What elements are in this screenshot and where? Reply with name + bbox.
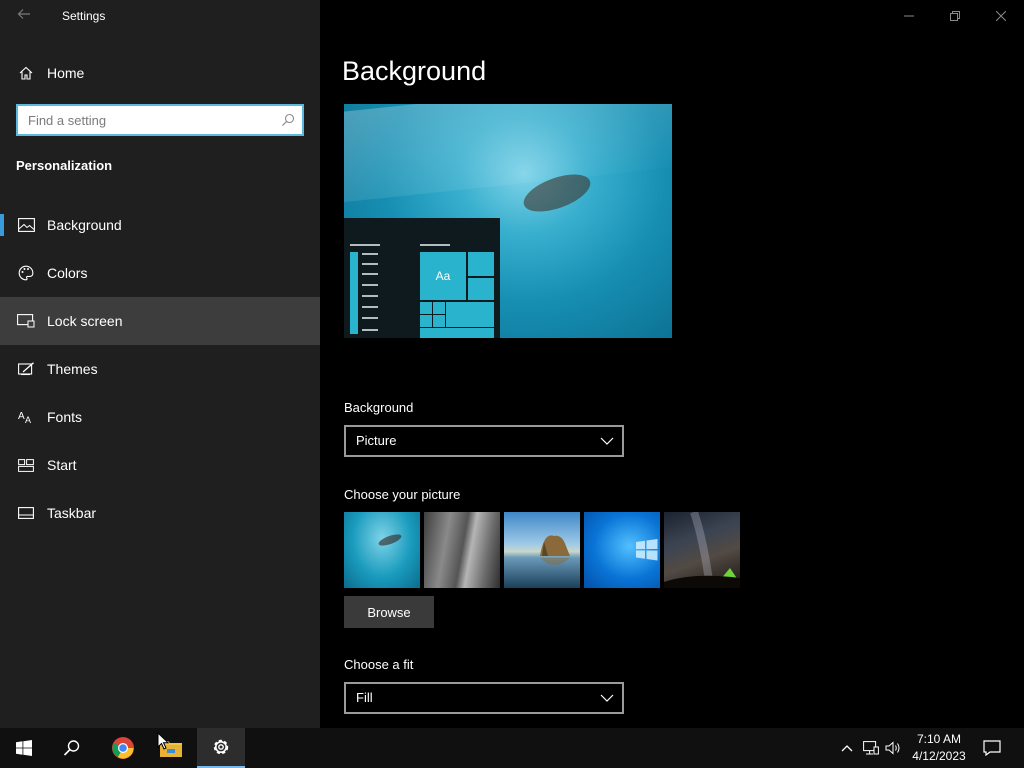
picture-icon — [16, 215, 36, 235]
mouse-cursor-icon — [157, 732, 169, 750]
choose-fit-label: Choose a fit — [344, 657, 414, 672]
volume-icon — [885, 741, 900, 755]
chrome-icon — [112, 737, 134, 759]
start-button[interactable] — [0, 728, 48, 768]
fit-dropdown[interactable]: Fill — [344, 682, 624, 714]
settings-icon — [213, 739, 229, 755]
sidebar-item-label: Fonts — [47, 409, 83, 425]
sidebar-item-label: Taskbar — [47, 505, 97, 521]
lock-screen-icon — [16, 311, 36, 331]
preview-water-highlight — [344, 104, 672, 204]
search-input[interactable] — [18, 106, 278, 134]
preview-tile-grid — [420, 252, 494, 338]
settings-taskbar-button[interactable] — [197, 728, 245, 768]
clock-date: 4/12/2023 — [912, 749, 966, 763]
page-title: Background — [342, 56, 487, 86]
font-icon: AA — [16, 407, 36, 427]
chrome-button[interactable] — [99, 728, 147, 768]
minimize-button[interactable] — [886, 0, 932, 32]
file-explorer-button[interactable] — [147, 728, 195, 768]
minimize-icon — [904, 15, 914, 17]
notification-icon — [983, 740, 1001, 756]
sidebar-item-colors[interactable]: Colors — [0, 249, 320, 297]
search-icon — [63, 740, 80, 756]
background-dropdown-value: Picture — [356, 433, 397, 448]
picture-thumbnails — [344, 512, 744, 588]
chevron-down-icon — [600, 437, 614, 445]
preview-tiles: Aa — [420, 244, 494, 338]
restore-icon — [950, 11, 960, 21]
back-button[interactable] — [12, 6, 36, 26]
browse-button[interactable]: Browse — [344, 596, 434, 628]
sidebar-item-label: Themes — [47, 361, 98, 377]
settings-sidebar: Settings Home Personalization Background… — [0, 0, 320, 728]
choose-picture-label: Choose your picture — [344, 487, 461, 502]
sidebar-item-taskbar[interactable]: Taskbar — [0, 489, 320, 537]
home-icon — [16, 63, 36, 83]
sidebar-item-label: Background — [47, 217, 122, 233]
sidebar-item-background[interactable]: Background — [0, 201, 320, 249]
system-tray — [836, 728, 910, 768]
palette-icon — [16, 263, 36, 283]
search-box[interactable] — [16, 104, 304, 136]
svg-text:A: A — [25, 415, 31, 424]
back-arrow-icon — [17, 9, 30, 19]
nav-home[interactable]: Home — [0, 49, 320, 97]
background-label: Background — [344, 400, 414, 415]
show-hidden-icons-button[interactable] — [838, 738, 856, 758]
chevron-down-icon — [600, 694, 614, 702]
clock-time: 7:10 AM — [916, 732, 962, 746]
preview-app-list — [350, 244, 380, 334]
volume-button[interactable] — [884, 738, 902, 758]
taskbar-icon — [16, 503, 36, 523]
action-center-button[interactable] — [976, 728, 1008, 768]
picture-thumb-windows[interactable] — [584, 512, 660, 588]
start-icon — [16, 740, 32, 756]
picture-thumb-underwater[interactable] — [344, 512, 420, 588]
selected-indicator — [0, 214, 4, 236]
chevron-up-icon — [841, 745, 853, 752]
picture-thumb-beach[interactable] — [504, 512, 580, 588]
sidebar-item-themes[interactable]: Themes — [0, 345, 320, 393]
rocks-image — [540, 535, 570, 565]
titlebar-left: Settings — [0, 0, 320, 32]
close-button[interactable] — [978, 0, 1024, 32]
close-icon — [996, 11, 1006, 21]
preview-start-menu: Aa — [344, 218, 500, 338]
windows-logo-image — [636, 539, 658, 561]
sidebar-item-start[interactable]: Start — [0, 441, 320, 489]
network-icon — [863, 741, 879, 755]
restore-button[interactable] — [932, 0, 978, 32]
fit-dropdown-value: Fill — [356, 690, 373, 705]
swimmer-image — [378, 534, 402, 546]
nav-home-label: Home — [47, 65, 85, 81]
sidebar-item-label: Colors — [47, 265, 88, 281]
taskbar: 7:10 AM 4/12/2023 — [0, 728, 1024, 768]
picture-thumb-night-sky[interactable] — [664, 512, 740, 588]
search-icon[interactable] — [280, 112, 296, 128]
app-title: Settings — [62, 9, 106, 23]
svg-text:A: A — [18, 411, 25, 422]
sidebar-item-label: Lock screen — [47, 313, 123, 329]
network-button[interactable] — [862, 738, 880, 758]
background-preview: Aa — [344, 104, 672, 338]
taskbar-search-button[interactable] — [48, 728, 96, 768]
section-title: Personalization — [16, 158, 113, 173]
preview-tile-header — [420, 244, 450, 246]
sidebar-item-fonts[interactable]: AA Fonts — [0, 393, 320, 441]
sidebar-item-label: Start — [47, 457, 77, 473]
background-dropdown[interactable]: Picture — [344, 425, 624, 457]
start-layout-icon — [16, 455, 36, 475]
clock[interactable]: 7:10 AM 4/12/2023 — [906, 731, 972, 767]
tent-image — [664, 512, 740, 588]
picture-thumb-rock[interactable] — [424, 512, 500, 588]
content-pane: Background Aa Background Picture Choose … — [320, 0, 1024, 728]
sidebar-item-lock-screen[interactable]: Lock screen — [0, 297, 320, 345]
brush-icon — [16, 359, 36, 379]
